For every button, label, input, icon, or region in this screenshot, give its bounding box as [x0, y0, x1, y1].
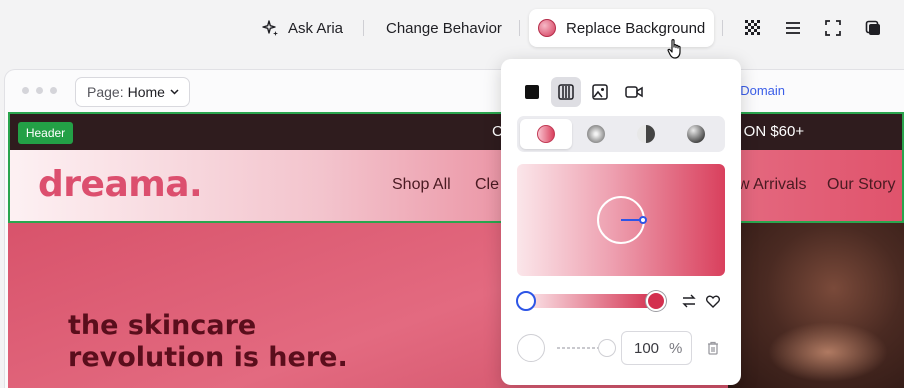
- page-selector[interactable]: Page: Home: [75, 77, 190, 107]
- layers-icon[interactable]: [863, 18, 883, 38]
- hero-title: the skincare revolution is here.: [68, 310, 348, 374]
- hand-cursor-icon: [667, 38, 685, 65]
- chevron-down-icon: [170, 89, 179, 95]
- linear-gradient-icon: [537, 125, 555, 143]
- opacity-slider-handle[interactable]: [598, 339, 616, 357]
- window-dots: [22, 87, 57, 94]
- background-panel: 100 %: [501, 59, 741, 385]
- gradient-type-selector: [517, 116, 725, 152]
- sparkle-icon: [262, 19, 279, 37]
- gradient-stops-slider[interactable]: [525, 294, 657, 308]
- pattern-icon[interactable]: [743, 18, 763, 38]
- hero-section[interactable]: the skincare revolution is here.: [8, 222, 904, 388]
- page-selector-prefix: Page:: [87, 84, 124, 100]
- announcement-bar[interactable]: C s ON $60+: [8, 114, 904, 150]
- opacity-input[interactable]: 100 %: [621, 331, 692, 365]
- opacity-value: 100: [634, 339, 660, 357]
- hero-title-line-1: the skincare: [68, 310, 257, 341]
- linear-gradient-option[interactable]: [520, 119, 572, 149]
- gradient-preview[interactable]: [517, 164, 725, 276]
- conic-gradient-option[interactable]: [620, 119, 672, 149]
- change-behavior-button[interactable]: Change Behavior: [386, 10, 502, 46]
- swap-icon[interactable]: [681, 293, 697, 309]
- gradient-stop-end[interactable]: [646, 291, 666, 311]
- nav-link-shop-all[interactable]: Shop All: [392, 176, 451, 194]
- toolbar-divider: [722, 20, 723, 36]
- nav-link-our-story[interactable]: Our Story: [827, 176, 895, 194]
- fluid-gradient-option[interactable]: [670, 119, 722, 149]
- gradient-stop-start[interactable]: [516, 291, 536, 311]
- toolbar-divider: [363, 20, 364, 36]
- trash-icon[interactable]: [705, 340, 721, 356]
- radial-gradient-icon: [587, 125, 605, 143]
- angle-handle[interactable]: [639, 216, 647, 224]
- toolbar-divider: [519, 20, 520, 36]
- image-icon[interactable]: [585, 77, 615, 107]
- replace-background-label: Replace Background: [566, 19, 706, 37]
- site-preview-frame: Page: Home t Domain C s ON $60+ Header d…: [5, 70, 904, 388]
- nav-link-cleansers[interactable]: Cle: [475, 176, 499, 194]
- color-icon[interactable]: [517, 77, 547, 107]
- editor-toolbar: Ask Aria Change Behavior Replace Backgro…: [0, 0, 904, 56]
- replace-background-button[interactable]: Replace Background: [529, 9, 714, 47]
- ask-aria-label: Ask Aria: [288, 19, 344, 37]
- stretch-icon[interactable]: [823, 18, 843, 38]
- video-icon[interactable]: [619, 77, 649, 107]
- hero-title-line-2: revolution is here.: [68, 342, 348, 373]
- gradient-icon[interactable]: [551, 77, 581, 107]
- hero-model-photo: [728, 222, 904, 388]
- heart-icon[interactable]: [705, 293, 721, 309]
- conic-gradient-icon: [637, 125, 655, 143]
- header-tag[interactable]: Header: [18, 122, 73, 144]
- site-canvas: C s ON $60+ Header dreama. Shop All Cle …: [8, 112, 904, 388]
- page-selector-value: Home: [127, 84, 165, 100]
- site-logo[interactable]: dreama.: [38, 164, 203, 205]
- menu-lines-icon[interactable]: [783, 18, 803, 38]
- gradient-swatch-icon: [538, 19, 556, 37]
- announcement-text-right: s ON $60+: [732, 123, 805, 140]
- opacity-unit: %: [669, 339, 683, 357]
- radial-gradient-option[interactable]: [570, 119, 622, 149]
- change-behavior-label: Change Behavior: [386, 19, 502, 37]
- color-picker-swatch[interactable]: [517, 334, 545, 362]
- fluid-gradient-icon: [687, 125, 705, 143]
- nav-link-new-arrivals[interactable]: w Arrivals: [738, 176, 806, 194]
- ask-aria-button[interactable]: Ask Aria: [262, 10, 343, 46]
- site-header[interactable]: dreama. Shop All Cle w Arrivals Our Stor…: [8, 150, 904, 222]
